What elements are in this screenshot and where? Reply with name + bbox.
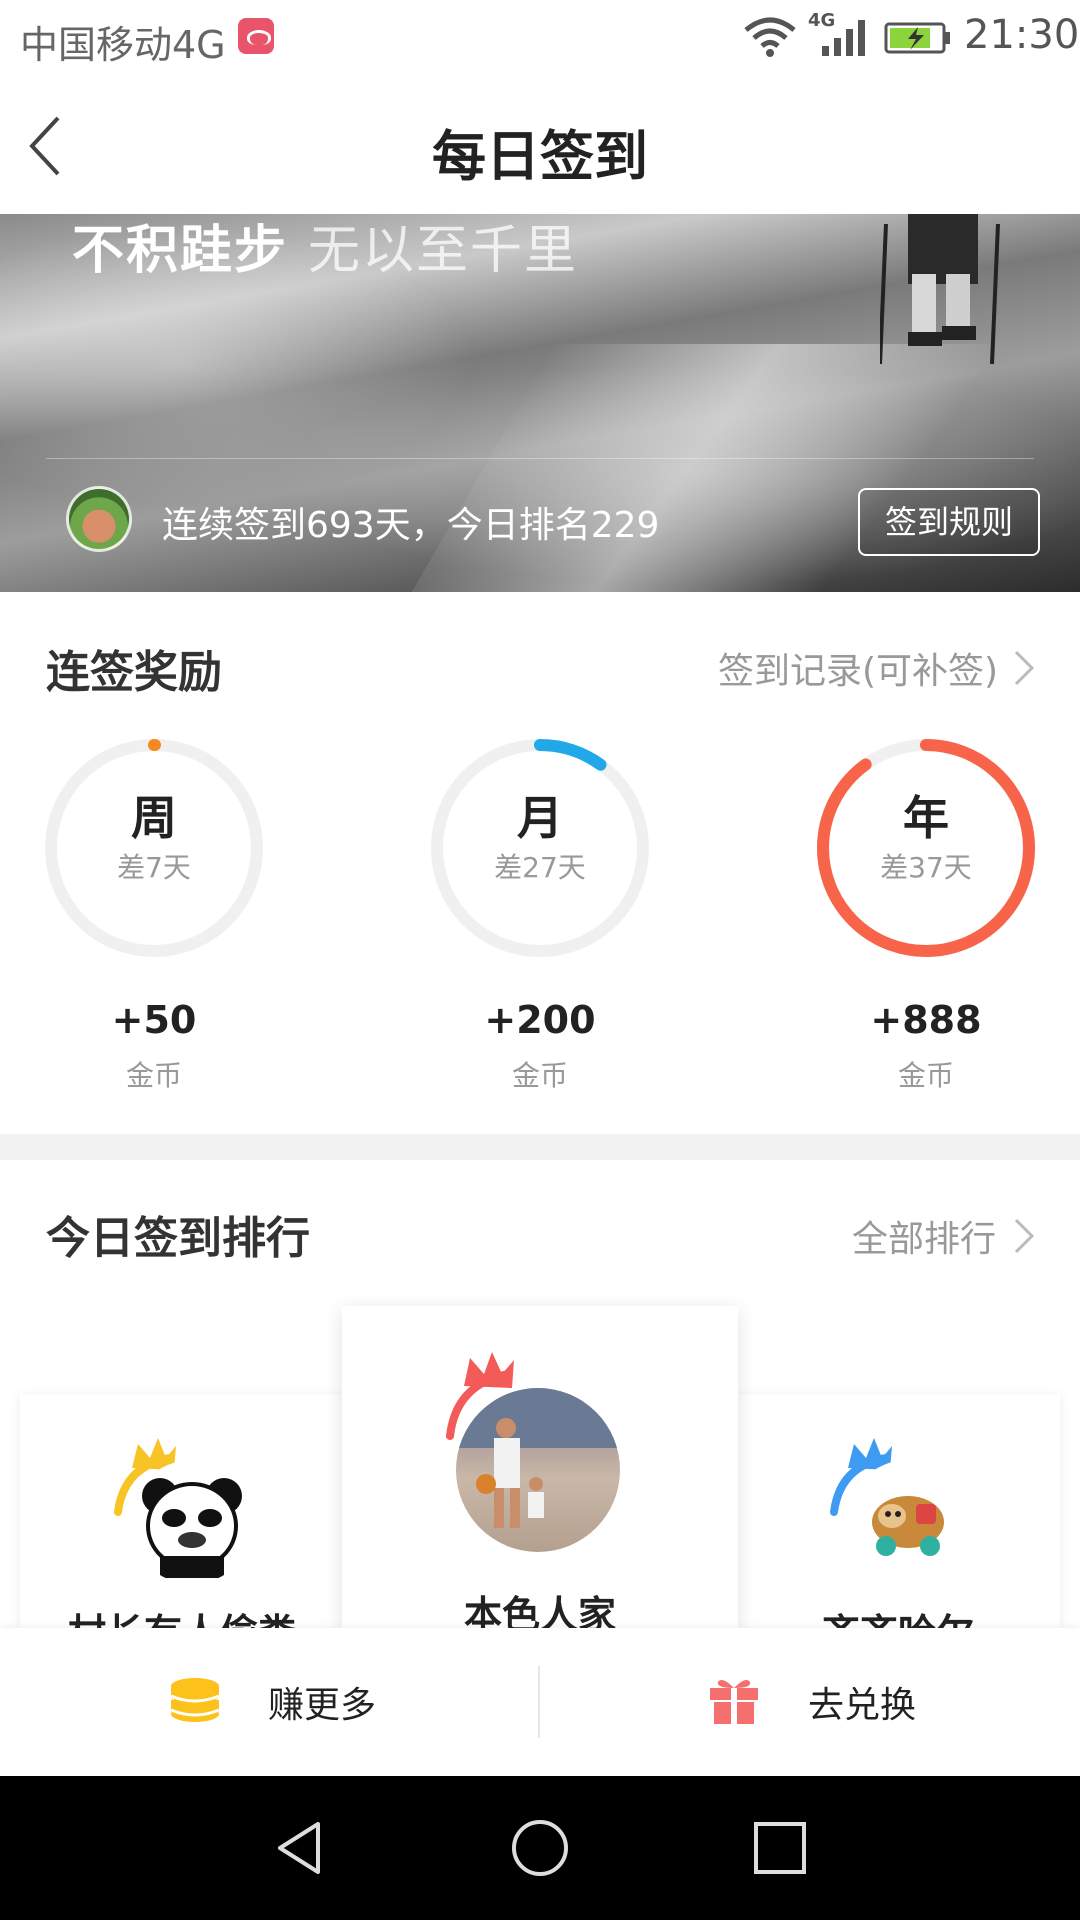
- banner-motto: 不积跬步 无以至千里: [72, 214, 578, 283]
- system-home-icon[interactable]: [510, 1818, 570, 1878]
- rank-card-third[interactable]: 齐齐哈尔: [736, 1394, 1060, 1628]
- all-ranking-link[interactable]: 全部排行: [852, 1210, 996, 1262]
- checkin-banner: 不积跬步 无以至千里 连续签到693天，今日排名229 签到规则: [0, 214, 1080, 592]
- bottom-action-bar: 赚更多 去兑换: [0, 1628, 1080, 1776]
- week-reward-ring[interactable]: 周 差7天: [42, 736, 266, 960]
- earn-more-label: 赚更多: [268, 1685, 377, 1726]
- rank-avatar-panda: [130, 1460, 254, 1584]
- rank-name-third: 齐齐哈尔: [736, 1602, 1060, 1628]
- carrier-label: 中国移动4G: [20, 23, 226, 67]
- navigation-bar: 每日签到: [0, 76, 1080, 214]
- week-reward-unit: 金币: [125, 1059, 182, 1092]
- rank-avatar-toy-car: [846, 1460, 970, 1584]
- system-recents-icon[interactable]: [750, 1818, 810, 1878]
- user-avatar[interactable]: [66, 486, 132, 552]
- rank-name-second: 村长有人偷粪: [20, 1602, 344, 1628]
- banner-divider: [46, 458, 1034, 459]
- rank-name-first: 本色人家: [463, 1593, 616, 1628]
- month-remaining: 差27天: [494, 851, 586, 884]
- section-divider: [0, 1134, 1080, 1160]
- coin-stack-icon: [170, 1678, 220, 1722]
- motto-bold: 不积跬步: [72, 221, 289, 281]
- month-reward-amount: +200: [484, 998, 596, 1042]
- signal-icon: [822, 20, 865, 56]
- month-label: 月: [517, 791, 563, 845]
- streak-summary: 连续签到693天，今日排名229: [162, 505, 660, 546]
- gift-icon: [710, 1680, 758, 1724]
- wifi-icon: [744, 17, 796, 57]
- rank-card-second[interactable]: 村长有人偷粪: [20, 1394, 344, 1628]
- year-reward-ring[interactable]: 年 差37天: [814, 736, 1038, 960]
- month-reward-unit: 金币: [511, 1059, 568, 1092]
- checkin-record-link[interactable]: 签到记录(可补签): [718, 642, 998, 694]
- status-bar: 中国移动4G 4G 21:30: [0, 0, 1080, 76]
- year-reward-amount: +888: [870, 998, 982, 1042]
- rewards-section-title: 连签奖励: [46, 647, 222, 698]
- system-navigation-bar: [0, 1776, 1080, 1920]
- redeem-label: 去兑换: [808, 1685, 917, 1726]
- year-label: 年: [903, 791, 949, 845]
- rank-card-first[interactable]: 本色人家: [342, 1306, 738, 1628]
- rank-avatar-basketball: [456, 1388, 620, 1552]
- chevron-right-icon[interactable]: [1012, 1216, 1036, 1256]
- month-reward-ring[interactable]: 月 差27天: [428, 736, 652, 960]
- week-label: 周: [131, 791, 177, 845]
- page-title: 每日签到: [432, 125, 648, 188]
- battery-icon: [884, 22, 950, 54]
- year-remaining: 差37天: [880, 851, 972, 884]
- motto-light: 无以至千里: [308, 221, 579, 281]
- system-back-icon[interactable]: [270, 1818, 330, 1878]
- year-reward-unit: 金币: [897, 1059, 954, 1092]
- huawei-app-icon: [238, 18, 274, 54]
- clock-time: 21:30: [964, 12, 1080, 58]
- week-reward-amount: +50: [111, 998, 197, 1042]
- week-remaining: 差7天: [117, 851, 191, 884]
- redeem-button[interactable]: 去兑换: [540, 1628, 1080, 1776]
- ranking-section-title: 今日签到排行: [46, 1213, 310, 1264]
- banner-hiker-image: [880, 214, 1000, 365]
- chevron-right-icon[interactable]: [1012, 648, 1036, 688]
- earn-more-button[interactable]: 赚更多: [0, 1628, 538, 1776]
- checkin-rules-button[interactable]: 签到规则: [858, 488, 1040, 556]
